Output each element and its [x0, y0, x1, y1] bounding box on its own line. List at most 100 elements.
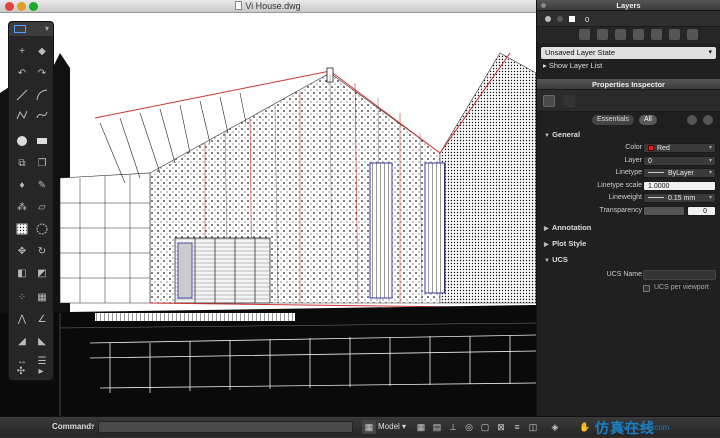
delete-layer-icon[interactable] — [597, 29, 608, 40]
scale-icon[interactable]: ◧ — [15, 266, 29, 280]
property-lineweight: Lineweight 0.15 mm ▾ — [537, 192, 720, 205]
polar-tracking-icon[interactable]: ◎ — [462, 420, 476, 434]
drawing-canvas[interactable] — [0, 13, 536, 416]
transparency-slider[interactable] — [643, 205, 685, 216]
offset-icon[interactable]: ∠ — [35, 312, 49, 326]
section-ucs[interactable]: ▼ UCS — [537, 253, 720, 267]
layer-isolate-icon[interactable] — [633, 29, 644, 40]
tab-essentials[interactable]: Essentials — [592, 115, 634, 125]
arc-icon[interactable] — [35, 88, 49, 102]
ortho-mode-icon[interactable]: ⊥ — [446, 420, 460, 434]
new-layer-icon[interactable] — [579, 29, 590, 40]
current-layer-row[interactable]: 0 — [537, 11, 720, 27]
window-titlebar: Vi House.dwg — [0, 0, 536, 13]
paint-bucket-icon[interactable]: ♦ — [15, 178, 29, 192]
layer-state-select[interactable]: Unsaved Layer State ▾ — [541, 47, 716, 59]
layer-walk-icon[interactable] — [687, 29, 698, 40]
group-icon[interactable]: ⁂ — [15, 200, 29, 214]
array-icon[interactable]: ⁘ — [15, 290, 29, 304]
mirror-icon[interactable]: ⋀ — [15, 312, 29, 326]
palette-menu-icon[interactable]: ▸ — [34, 364, 48, 378]
lineweight-toggle-icon[interactable]: ≡ — [510, 420, 524, 434]
layer-match-icon[interactable] — [651, 29, 662, 40]
layer-freeze-icon[interactable] — [615, 29, 626, 40]
section-plot-style[interactable]: ▶ Plot Style — [537, 237, 720, 251]
disclosure-triangle-icon: ▼ — [544, 133, 550, 139]
layer-tools-row — [537, 27, 720, 43]
tab-all[interactable]: All — [639, 115, 657, 125]
layout-grid-icon[interactable]: ▦ — [362, 420, 376, 434]
lineweight-select[interactable]: 0.15 mm ▾ — [643, 193, 716, 203]
layer-lock-icon[interactable] — [557, 16, 563, 22]
color-select[interactable]: Red ▾ — [643, 143, 716, 153]
measure-icon[interactable]: ✣ — [14, 364, 28, 378]
chevron-down-icon: ▾ — [708, 157, 712, 164]
move-icon[interactable]: ⧉ — [15, 156, 29, 170]
layers-toggle-icon[interactable] — [563, 95, 575, 107]
circle-icon[interactable] — [15, 134, 29, 148]
gradient-circle-icon[interactable] — [35, 222, 49, 236]
document-icon — [235, 1, 243, 10]
rectangle-icon[interactable] — [35, 134, 49, 148]
ucs-per-viewport-checkbox[interactable] — [643, 284, 650, 292]
disclosure-triangle-icon: ▶ — [544, 242, 549, 248]
eraser-icon[interactable]: ▱ — [35, 200, 49, 214]
rotate-icon[interactable]: ↻ — [35, 244, 49, 258]
grid-display-icon[interactable]: ▦ — [414, 420, 428, 434]
snap-mode-icon[interactable]: ▤ — [430, 420, 444, 434]
ucs-name-input[interactable] — [643, 270, 716, 280]
section-general[interactable]: ▼ General — [537, 128, 720, 142]
selection-mode-icon[interactable] — [14, 25, 26, 33]
tool-palette-header: ▾ — [9, 22, 53, 36]
chevron-down-icon: ▾ — [708, 195, 712, 201]
object-properties-icon[interactable] — [543, 95, 555, 107]
transparency-toggle-icon[interactable]: ◫ — [526, 420, 540, 434]
disclosure-triangle-icon: ▶ — [544, 226, 549, 232]
selection-cycling-icon[interactable]: ◈ — [548, 420, 562, 434]
move-arrows-icon[interactable]: ✥ — [15, 244, 29, 258]
point-icon[interactable]: + — [15, 44, 29, 58]
property-linetype-scale: Linetype scale 1.0000 — [537, 180, 720, 193]
linetype-select[interactable]: ByLayer ▾ — [643, 168, 716, 178]
quick-select-icon[interactable] — [687, 115, 697, 125]
select-objects-icon[interactable] — [703, 115, 713, 125]
layer-color-icon[interactable] — [569, 16, 575, 22]
fillet-icon[interactable]: ◢ — [15, 334, 29, 348]
transparency-input[interactable]: 0 — [687, 205, 716, 216]
panel-close-icon[interactable] — [541, 3, 546, 8]
pan-hand-icon[interactable]: ✋ — [578, 420, 592, 434]
current-layer-name: 0 — [585, 15, 590, 24]
polyline-icon[interactable] — [15, 108, 29, 122]
linetype-scale-input[interactable]: 1.0000 — [643, 180, 716, 191]
chevron-down-icon: ▾ — [708, 145, 712, 151]
command-input[interactable] — [98, 421, 353, 433]
properties-tabs: Essentials All — [537, 112, 720, 128]
copy-icon[interactable]: ❐ — [35, 156, 49, 170]
snap-tracking-icon[interactable]: ⊠ — [494, 420, 508, 434]
window-title: Vi House.dwg — [0, 1, 536, 11]
pencil-icon[interactable]: ✎ — [35, 178, 49, 192]
properties-inspector-toolbar — [537, 90, 720, 112]
redo-icon[interactable]: ↷ — [35, 66, 49, 80]
property-layer: Layer 0 ▾ — [537, 155, 720, 168]
layer-previous-icon[interactable] — [669, 29, 680, 40]
chevron-down-icon: ▾ — [708, 170, 712, 176]
chevron-down-icon[interactable]: ▾ — [45, 24, 49, 33]
tool-sets-icon[interactable]: ◆ — [35, 44, 49, 58]
hatch-icon[interactable] — [15, 222, 29, 236]
chamfer-icon[interactable]: ◣ — [35, 334, 49, 348]
stretch-icon[interactable]: ◩ — [35, 266, 49, 280]
undo-icon[interactable]: ↶ — [15, 66, 29, 80]
layout-select[interactable]: Model ▾ — [378, 422, 406, 431]
layer-select[interactable]: 0 ▾ — [643, 155, 716, 166]
show-layer-list-toggle[interactable]: ▸ Show Layer List — [537, 59, 720, 73]
command-history-icon[interactable]: ▾ — [91, 422, 95, 430]
grid-array-icon[interactable]: ▦ — [35, 290, 49, 304]
object-snap-icon[interactable]: ▢ — [478, 420, 492, 434]
color-swatch — [648, 145, 654, 151]
line-icon[interactable] — [15, 88, 29, 102]
layer-on-icon[interactable] — [545, 16, 551, 22]
property-transparency: Transparency 0 — [537, 205, 720, 218]
spline-icon[interactable] — [35, 108, 49, 122]
section-annotation[interactable]: ▶ Annotation — [537, 221, 720, 235]
